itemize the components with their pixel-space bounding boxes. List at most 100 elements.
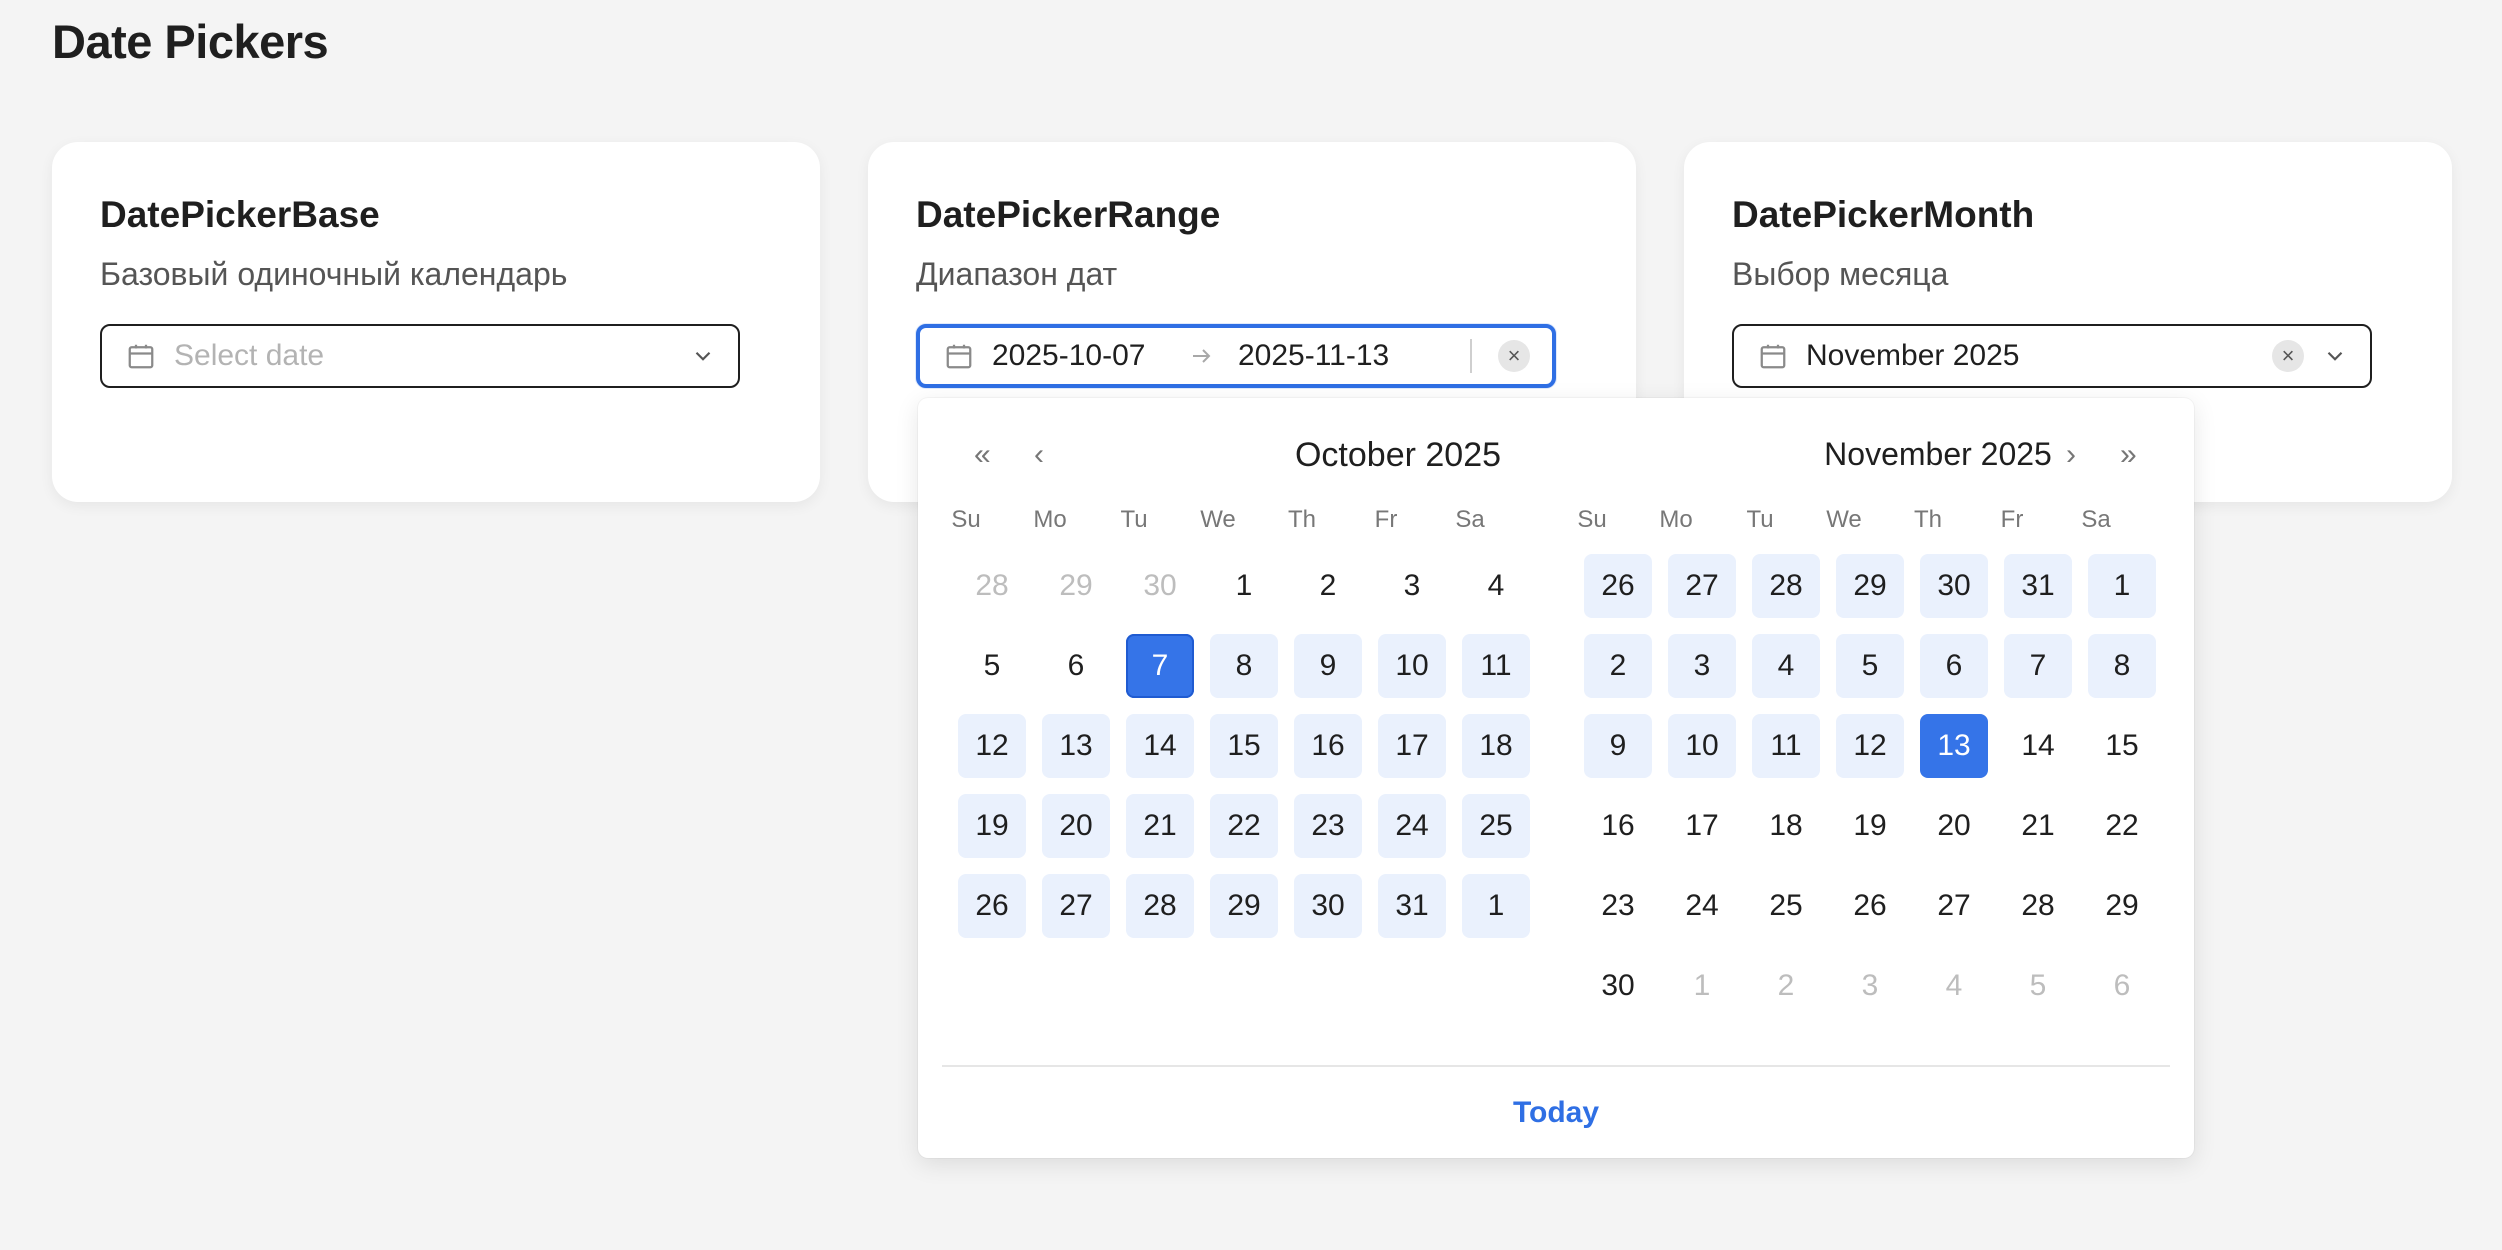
- calendar-day[interactable]: 16: [1584, 794, 1652, 858]
- calendar-day[interactable]: 24: [1668, 874, 1736, 938]
- date-picker-base-field[interactable]: Select date: [100, 324, 740, 388]
- calendar-day[interactable]: 26: [1584, 554, 1652, 618]
- calendar-day[interactable]: 30: [1920, 554, 1988, 618]
- calendar-day[interactable]: 30: [1126, 554, 1194, 618]
- page-title: Date Pickers: [52, 15, 329, 68]
- calendar-icon: [126, 341, 156, 371]
- calendar-day[interactable]: 26: [958, 874, 1026, 938]
- calendar-day[interactable]: 9: [1584, 714, 1652, 778]
- calendar-day[interactable]: 26: [1836, 874, 1904, 938]
- next-month-button[interactable]: ›: [2066, 438, 2076, 472]
- calendar-day[interactable]: 16: [1294, 714, 1362, 778]
- calendar-day[interactable]: 5: [958, 634, 1026, 698]
- calendar-day[interactable]: 1: [1462, 874, 1530, 938]
- calendar-day[interactable]: 1: [2088, 554, 2156, 618]
- calendar-day[interactable]: 18: [1462, 714, 1530, 778]
- calendar-day[interactable]: 10: [1378, 634, 1446, 698]
- calendar-day[interactable]: 28: [958, 554, 1026, 618]
- calendar-day[interactable]: 14: [2004, 714, 2072, 778]
- calendar-day[interactable]: 25: [1462, 794, 1530, 858]
- calendar-day[interactable]: 3: [1668, 634, 1736, 698]
- calendar-day[interactable]: 4: [1752, 634, 1820, 698]
- calendar-day[interactable]: 28: [1752, 554, 1820, 618]
- calendar-day[interactable]: 2: [1752, 954, 1820, 1018]
- calendar-day[interactable]: 4: [1920, 954, 1988, 1018]
- prev-year-button[interactable]: «: [974, 438, 991, 472]
- left-month-title[interactable]: October 2025: [1178, 436, 1618, 475]
- calendar-day[interactable]: 6: [1920, 634, 1988, 698]
- calendar-day[interactable]: 3: [1836, 954, 1904, 1018]
- calendar-day[interactable]: 31: [1378, 874, 1446, 938]
- calendar-day[interactable]: 14: [1126, 714, 1194, 778]
- calendar-day[interactable]: 22: [2088, 794, 2156, 858]
- calendar-day[interactable]: 29: [1210, 874, 1278, 938]
- calendar-day[interactable]: 17: [1378, 714, 1446, 778]
- chevron-down-icon[interactable]: [2322, 343, 2348, 369]
- calendar-day[interactable]: 17: [1668, 794, 1736, 858]
- calendar-day[interactable]: 30: [1294, 874, 1362, 938]
- calendar-day[interactable]: 24: [1378, 794, 1446, 858]
- calendar-day[interactable]: 13: [1042, 714, 1110, 778]
- calendar-day[interactable]: 7: [1126, 634, 1194, 698]
- calendar-day[interactable]: 19: [1836, 794, 1904, 858]
- range-end-input[interactable]: 2025-11-13: [1238, 339, 1389, 373]
- calendar-day[interactable]: 28: [2004, 874, 2072, 938]
- calendar-day[interactable]: 15: [2088, 714, 2156, 778]
- calendar-day[interactable]: 23: [1584, 874, 1652, 938]
- prev-month-button[interactable]: ‹: [1034, 438, 1044, 472]
- calendar-day[interactable]: 12: [958, 714, 1026, 778]
- calendar-day[interactable]: 11: [1462, 634, 1530, 698]
- calendar-day[interactable]: 27: [1920, 874, 1988, 938]
- calendar-day[interactable]: 2: [1294, 554, 1362, 618]
- calendar-day[interactable]: 31: [2004, 554, 2072, 618]
- weekday-label: We: [1200, 506, 1236, 533]
- calendar-day[interactable]: 6: [2088, 954, 2156, 1018]
- month-picker-field[interactable]: November 2025 ×: [1732, 324, 2372, 388]
- calendar-day[interactable]: 15: [1210, 714, 1278, 778]
- chevron-down-icon[interactable]: [690, 343, 716, 369]
- calendar-day[interactable]: 11: [1752, 714, 1820, 778]
- calendar-day[interactable]: 2: [1584, 634, 1652, 698]
- calendar-day[interactable]: 27: [1668, 554, 1736, 618]
- calendar-day[interactable]: 3: [1378, 554, 1446, 618]
- calendar-day[interactable]: 13: [1920, 714, 1988, 778]
- weekday-label: Fr: [2000, 506, 2024, 533]
- calendar-day[interactable]: 22: [1210, 794, 1278, 858]
- next-year-button[interactable]: »: [2120, 438, 2137, 472]
- calendar-day[interactable]: 21: [1126, 794, 1194, 858]
- calendar-day[interactable]: 7: [2004, 634, 2072, 698]
- weekday-label: Su: [951, 506, 981, 533]
- calendar-day[interactable]: 5: [1836, 634, 1904, 698]
- calendar-day[interactable]: 20: [1920, 794, 1988, 858]
- calendar-day[interactable]: 20: [1042, 794, 1110, 858]
- calendar-day[interactable]: 1: [1210, 554, 1278, 618]
- calendar-day[interactable]: 29: [1042, 554, 1110, 618]
- calendar-day[interactable]: 28: [1126, 874, 1194, 938]
- card-subtitle: Диапазон дат: [916, 256, 1118, 292]
- calendar-day[interactable]: 8: [2088, 634, 2156, 698]
- calendar-day[interactable]: 10: [1668, 714, 1736, 778]
- calendar-day[interactable]: 8: [1210, 634, 1278, 698]
- calendar-day[interactable]: 4: [1462, 554, 1530, 618]
- range-start-input[interactable]: 2025-10-07: [992, 339, 1168, 373]
- calendar-day[interactable]: 1: [1668, 954, 1736, 1018]
- calendar-day[interactable]: 29: [1836, 554, 1904, 618]
- calendar-day[interactable]: 29: [2088, 874, 2156, 938]
- calendar-day[interactable]: 9: [1294, 634, 1362, 698]
- weekday-label: Th: [1913, 506, 1942, 533]
- calendar-day[interactable]: 30: [1584, 954, 1652, 1018]
- clear-icon[interactable]: ×: [2272, 340, 2304, 372]
- calendar-day[interactable]: 25: [1752, 874, 1820, 938]
- calendar-day[interactable]: 5: [2004, 954, 2072, 1018]
- weekday-header-right: Su Mo Tu We Th Fr Sa: [1550, 506, 2138, 534]
- calendar-day[interactable]: 23: [1294, 794, 1362, 858]
- calendar-day[interactable]: 12: [1836, 714, 1904, 778]
- calendar-day[interactable]: 21: [2004, 794, 2072, 858]
- calendar-day[interactable]: 27: [1042, 874, 1110, 938]
- date-range-field[interactable]: 2025-10-07 2025-11-13 ×: [916, 324, 1556, 388]
- calendar-day[interactable]: 6: [1042, 634, 1110, 698]
- clear-icon[interactable]: ×: [1498, 340, 1530, 372]
- today-button[interactable]: Today: [918, 1096, 2194, 1130]
- calendar-day[interactable]: 18: [1752, 794, 1820, 858]
- calendar-day[interactable]: 19: [958, 794, 1026, 858]
